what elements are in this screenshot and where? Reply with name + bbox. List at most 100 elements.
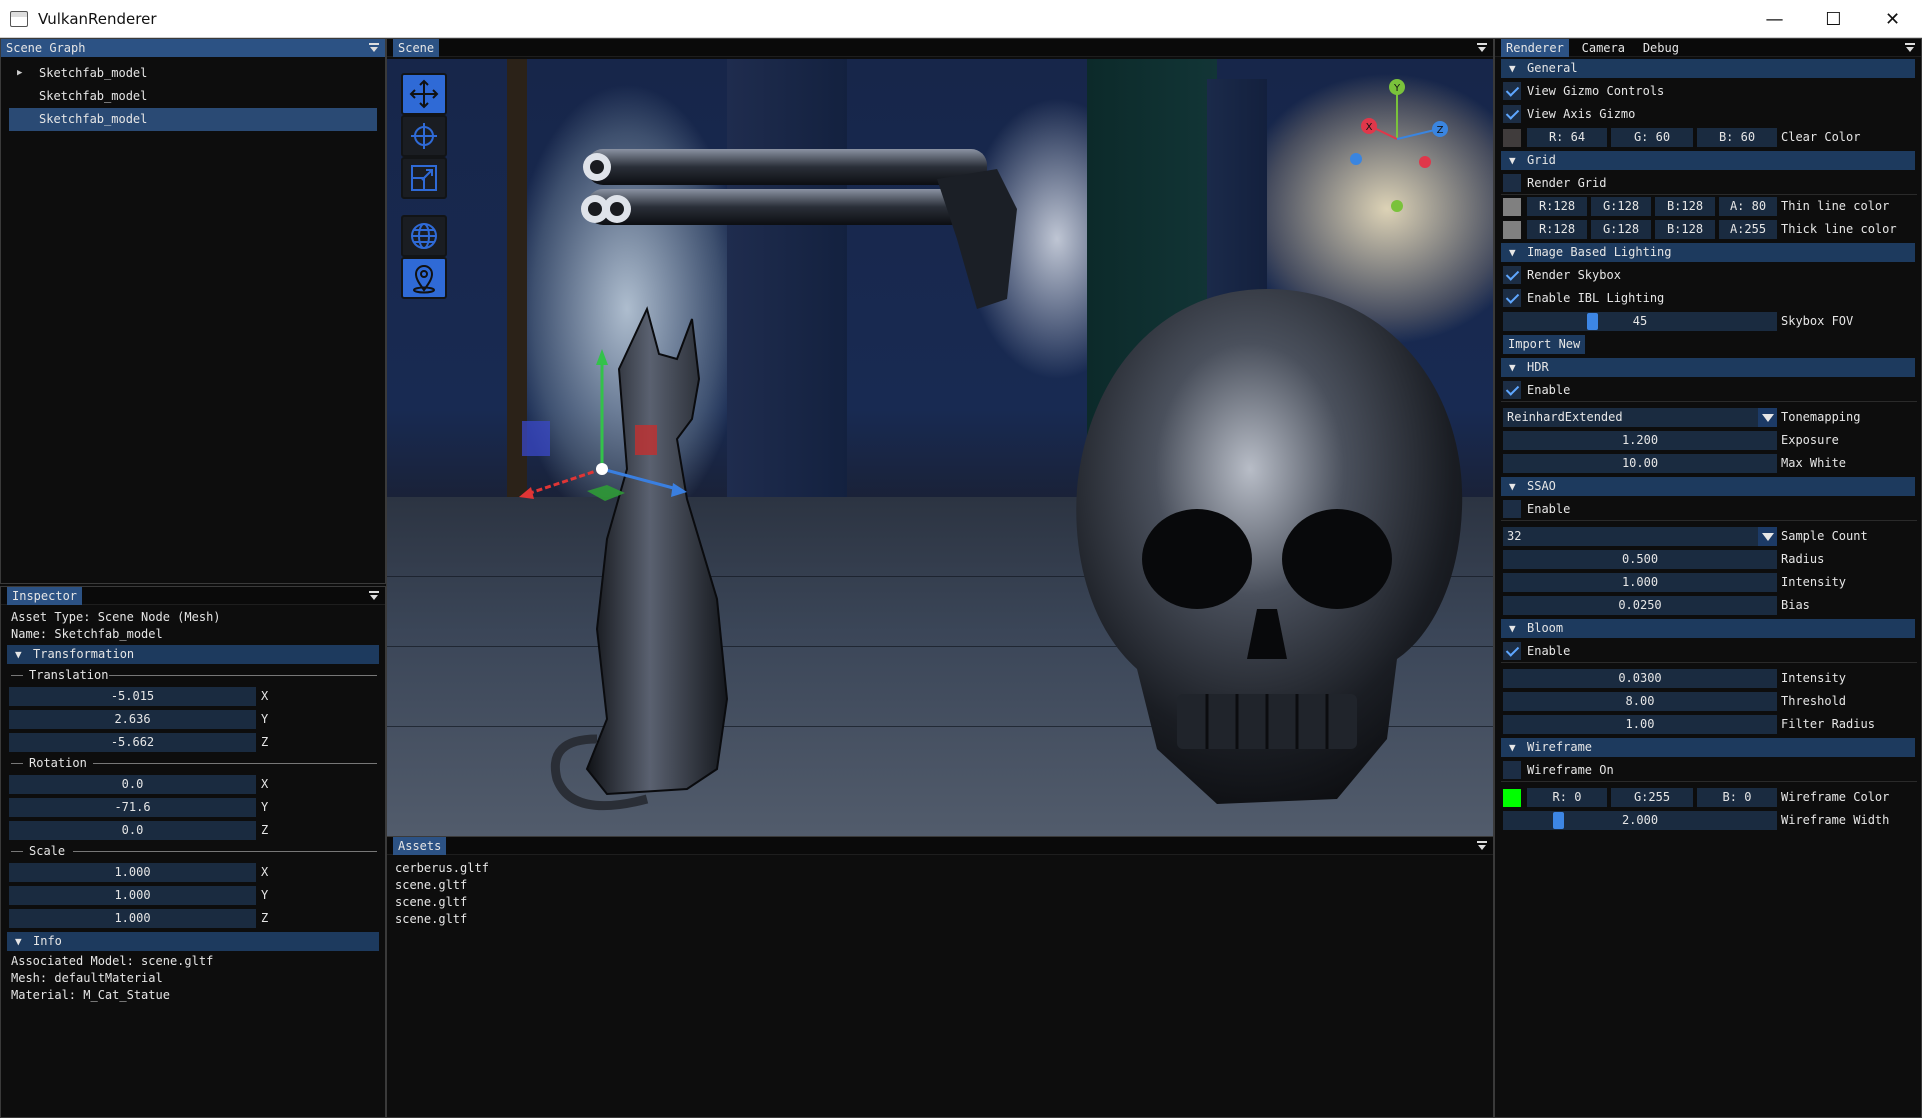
ssao-intensity-field[interactable]: 1.000 [1503, 573, 1777, 592]
checkbox-label: Enable [1527, 383, 1571, 397]
tab-scene-graph[interactable]: Scene Graph [1, 39, 385, 57]
maximize-button[interactable]: ☐ [1804, 0, 1863, 38]
axis-x-label: X [261, 689, 269, 703]
rotation-x-field[interactable]: 0.0 [9, 775, 256, 794]
wireframe-color-g[interactable]: G:255 [1611, 788, 1693, 807]
ssao-radius-field[interactable]: 0.500 [1503, 550, 1777, 569]
wireframe-color-swatch[interactable] [1503, 789, 1521, 807]
world-space-button[interactable] [401, 215, 447, 257]
thick-color-a[interactable]: A:255 [1719, 220, 1777, 239]
tree-item[interactable]: ▶ Sketchfab_model [9, 62, 377, 85]
ssao-header[interactable]: ▼ SSAO [1501, 477, 1915, 496]
asset-file[interactable]: scene.gltf [387, 894, 1493, 911]
wireframe-color-r[interactable]: R: 0 [1527, 788, 1607, 807]
collapse-arrow-icon: ▼ [1509, 741, 1516, 754]
bloom-intensity-field[interactable]: 0.0300 [1503, 669, 1777, 688]
tree-item-selected[interactable]: Sketchfab_model [9, 108, 377, 131]
render-grid-checkbox[interactable] [1503, 174, 1521, 192]
thin-line-color-swatch[interactable] [1503, 198, 1521, 216]
tonemapping-select[interactable]: ReinhardExtended [1503, 408, 1758, 427]
exposure-field[interactable]: 1.200 [1503, 431, 1777, 450]
thin-color-r[interactable]: R:128 [1527, 197, 1587, 216]
scale-x-field[interactable]: 1.000 [9, 863, 256, 882]
ssao-enable-checkbox[interactable] [1503, 500, 1521, 518]
render-skybox-checkbox[interactable] [1503, 266, 1521, 284]
translation-x-field[interactable]: -5.015 [9, 687, 256, 706]
view-gizmo-controls-checkbox[interactable] [1503, 82, 1521, 100]
clear-color-r[interactable]: R: 64 [1527, 128, 1607, 147]
hdr-enable-checkbox[interactable] [1503, 381, 1521, 399]
panel-menu-icon[interactable] [369, 41, 379, 53]
thick-color-g[interactable]: G:128 [1591, 220, 1651, 239]
import-new-button[interactable]: Import New [1503, 335, 1586, 354]
sample-count-select[interactable]: 32 [1503, 527, 1758, 546]
thin-color-a[interactable]: A: 80 [1719, 197, 1777, 216]
clear-color-b[interactable]: B: 60 [1697, 128, 1777, 147]
tab-scene[interactable]: Scene [393, 39, 440, 57]
asset-file[interactable]: cerberus.gltf [387, 860, 1493, 877]
wireframe-header[interactable]: ▼ Wireframe [1501, 738, 1915, 757]
thick-color-b[interactable]: B:128 [1655, 220, 1715, 239]
close-button[interactable]: ✕ [1863, 0, 1922, 38]
chevron-down-icon[interactable] [1758, 527, 1777, 546]
tree-expand-icon[interactable]: ▶ [17, 62, 22, 85]
enable-ibl-checkbox[interactable] [1503, 289, 1521, 307]
wireframe-on-checkbox[interactable] [1503, 761, 1521, 779]
tab-inspector[interactable]: Inspector [7, 587, 83, 605]
max-white-field[interactable]: 10.00 [1503, 454, 1777, 473]
bloom-enable-checkbox[interactable] [1503, 642, 1521, 660]
tab-assets[interactable]: Assets [393, 837, 447, 855]
scale-z-field[interactable]: 1.000 [9, 909, 256, 928]
translation-y-field[interactable]: 2.636 [9, 710, 256, 729]
scale-tool-button[interactable] [401, 157, 447, 199]
rotation-y-field[interactable]: -71.6 [9, 798, 256, 817]
tree-item-label: Sketchfab_model [39, 89, 148, 103]
bloom-threshold-label: Threshold [1781, 694, 1847, 708]
tonemapping-label: Tonemapping [1781, 410, 1861, 424]
bloom-threshold-field[interactable]: 8.00 [1503, 692, 1777, 711]
tab-camera[interactable]: Camera [1577, 39, 1630, 57]
translate-tool-button[interactable] [401, 73, 447, 115]
skull[interactable] [1067, 279, 1467, 837]
clear-color-swatch[interactable] [1503, 129, 1521, 147]
thin-color-b[interactable]: B:128 [1655, 197, 1715, 216]
asset-file[interactable]: scene.gltf [387, 877, 1493, 894]
axis-gizmo[interactable]: Y X Z [1337, 79, 1477, 219]
thick-line-color-swatch[interactable] [1503, 221, 1521, 239]
thick-color-r[interactable]: R:128 [1527, 220, 1587, 239]
info-header[interactable]: ▼ Info [7, 932, 379, 951]
panel-menu-icon[interactable] [1905, 41, 1915, 53]
tree-item[interactable]: Sketchfab_model [9, 85, 377, 108]
transformation-header[interactable]: ▼ Transformation [7, 645, 379, 664]
wireframe-color-b[interactable]: B: 0 [1697, 788, 1777, 807]
rotate-tool-button[interactable] [401, 115, 447, 157]
rotation-z-field[interactable]: 0.0 [9, 821, 256, 840]
transform-gizmo[interactable] [507, 339, 767, 519]
view-axis-gizmo-checkbox[interactable] [1503, 105, 1521, 123]
asset-file[interactable]: scene.gltf [387, 911, 1493, 928]
chevron-down-icon[interactable] [1758, 408, 1777, 427]
axis-y-label: Y [261, 800, 269, 814]
scene-viewport[interactable]: Y X Z [387, 59, 1493, 837]
local-space-button[interactable] [401, 257, 447, 299]
panel-menu-icon[interactable] [1477, 41, 1487, 53]
ibl-header[interactable]: ▼ Image Based Lighting [1501, 243, 1915, 262]
bloom-header[interactable]: ▼ Bloom [1501, 619, 1915, 638]
collapse-arrow-icon: ▼ [1509, 246, 1516, 259]
ssao-bias-field[interactable]: 0.0250 [1503, 596, 1777, 615]
panel-menu-icon[interactable] [1477, 839, 1487, 851]
revolver[interactable] [577, 119, 1027, 319]
thin-color-g[interactable]: G:128 [1591, 197, 1651, 216]
clear-color-g[interactable]: G: 60 [1611, 128, 1693, 147]
panel-menu-icon[interactable] [369, 589, 379, 601]
hdr-header[interactable]: ▼ HDR [1501, 358, 1915, 377]
tab-debug[interactable]: Debug [1638, 39, 1684, 57]
grid-header[interactable]: ▼ Grid [1501, 151, 1915, 170]
general-header[interactable]: ▼ General [1501, 59, 1915, 78]
translation-z-field[interactable]: -5.662 [9, 733, 256, 752]
tab-renderer[interactable]: Renderer [1501, 39, 1569, 57]
bloom-filter-radius-field[interactable]: 1.00 [1503, 715, 1777, 734]
minimize-button[interactable]: — [1745, 0, 1804, 38]
globe-icon [411, 223, 437, 249]
scale-y-field[interactable]: 1.000 [9, 886, 256, 905]
